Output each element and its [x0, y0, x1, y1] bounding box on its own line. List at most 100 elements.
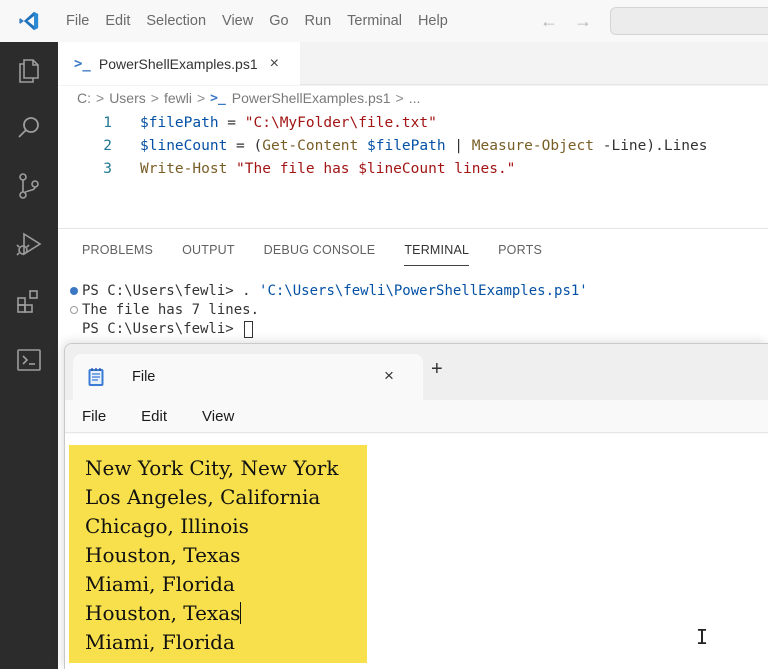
text-line-content: Houston, Texas — [85, 601, 241, 625]
source-control-icon[interactable] — [13, 170, 45, 202]
text-line: New York City, New York — [85, 456, 339, 480]
breadcrumb-file[interactable]: PowerShellExamples.ps1 — [232, 90, 391, 106]
code-token-op: | — [445, 137, 472, 154]
breadcrumb-fewli[interactable]: fewli — [164, 90, 192, 106]
text-line: Miami, Florida — [85, 630, 235, 654]
text-line: Houston, Texas — [85, 599, 242, 628]
tab-close-icon[interactable]: × — [270, 55, 279, 73]
code-token-var: $filePath — [140, 114, 219, 131]
code-line: 3 Write-Host "The file has $lineCount li… — [58, 157, 515, 180]
terminal-icon[interactable] — [13, 344, 45, 376]
navigation-arrows: ← → — [540, 0, 592, 42]
forward-arrow-icon[interactable]: → — [574, 11, 592, 32]
code-token-str: "The file has $lineCount lines." — [236, 160, 516, 177]
menu-view[interactable]: View — [214, 0, 261, 42]
run-debug-icon[interactable] — [13, 228, 45, 260]
terminal-prompt: PS C:\Users\fewli> . — [82, 283, 260, 299]
menu-go[interactable]: Go — [261, 0, 296, 42]
command-decoration-icon[interactable] — [66, 284, 82, 298]
explorer-icon[interactable] — [13, 54, 45, 86]
search-icon[interactable] — [13, 112, 45, 144]
new-tab-plus-icon[interactable]: + — [431, 358, 443, 381]
breadcrumb-separator: > — [196, 90, 206, 106]
powershell-file-icon: >_ — [210, 90, 226, 106]
menu-terminal[interactable]: Terminal — [339, 0, 410, 42]
line-number: 1 — [103, 114, 112, 131]
tab-output[interactable]: OUTPUT — [182, 243, 235, 266]
terminal-line[interactable]: PS C:\Users\fewli> — [66, 319, 254, 339]
notepad-tab-label: File — [132, 369, 156, 385]
text-caret — [240, 602, 242, 624]
text-line: Los Angeles, California — [85, 485, 321, 509]
notepad-menu-bar: File Edit View — [65, 400, 768, 433]
back-arrow-icon[interactable]: ← — [540, 11, 558, 32]
notepad-menu-edit[interactable]: Edit — [141, 408, 167, 425]
line-number: 2 — [103, 137, 112, 154]
code-token-cmd: Get-Content — [262, 137, 359, 154]
code-content: $lineCount = (Get-Content $filePath | Me… — [140, 138, 708, 154]
command-decoration-empty — [66, 322, 82, 336]
breadcrumb-drive[interactable]: C: — [77, 90, 91, 106]
code-token-cmd: Write-Host — [140, 160, 228, 177]
code-token-str: "C:\MyFolder\file.txt" — [244, 114, 437, 131]
breadcrumb-symbols[interactable]: ... — [409, 90, 421, 106]
editor-tabs-bar: >_ PowerShellExamples.ps1 × — [58, 42, 768, 85]
tab-label: PowerShellExamples.ps1 — [98, 55, 258, 72]
breadcrumb-users[interactable]: Users — [109, 90, 146, 106]
tab-powershell-examples[interactable]: >_ PowerShellExamples.ps1 × — [58, 42, 300, 85]
terminal-line: The file has 7 lines. — [66, 300, 259, 320]
code-token-op — [358, 138, 367, 154]
tab-problems[interactable]: PROBLEMS — [82, 243, 153, 266]
breadcrumb-separator: > — [150, 90, 159, 106]
code-token-var: $filePath — [367, 137, 446, 154]
code-token-op: = — [218, 114, 245, 131]
breadcrumb-separator: > — [395, 90, 404, 106]
code-line: 1 $filePath = "C:\MyFolder\file.txt" — [58, 111, 437, 134]
powershell-file-icon: >_ — [74, 55, 91, 72]
notepad-menu-file[interactable]: File — [82, 408, 106, 425]
code-token-var: $lineCount — [140, 137, 228, 154]
panel-tabs: PROBLEMS OUTPUT DEBUG CONSOLE TERMINAL P… — [82, 243, 571, 266]
notepad-icon — [88, 368, 104, 386]
breadcrumb-separator: > — [96, 90, 105, 106]
text-line: Houston, Texas — [85, 543, 241, 567]
command-decoration-icon[interactable] — [66, 303, 82, 317]
tab-debug-console[interactable]: DEBUG CONSOLE — [264, 243, 376, 266]
tab-ports[interactable]: PORTS — [498, 243, 542, 266]
text-line: Chicago, Illinois — [85, 514, 249, 538]
vscode-logo-icon — [0, 0, 58, 42]
code-content: $filePath = "C:\MyFolder\file.txt" — [140, 115, 437, 131]
menu-bar: File Edit Selection View Go Run Terminal… — [58, 0, 456, 42]
title-bar: File Edit Selection View Go Run Terminal… — [0, 0, 768, 42]
terminal-command-path: 'C:\Users\fewli\PowerShellExamples.ps1' — [259, 283, 588, 299]
notepad-menu-view[interactable]: View — [202, 408, 234, 425]
menu-file[interactable]: File — [58, 0, 97, 42]
breadcrumb: C: > Users > fewli > >_ PowerShellExampl… — [58, 86, 768, 110]
notepad-tab-file[interactable]: File × — [73, 354, 423, 400]
terminal-line: PS C:\Users\fewli> . 'C:\Users\fewli\Pow… — [66, 281, 588, 301]
activity-bar — [0, 42, 58, 669]
text-line: Miami, Florida — [85, 572, 235, 596]
notepad-text-area[interactable]: New York City, New York Los Angeles, Cal… — [65, 434, 768, 669]
notepad-window: File × + File Edit View New York City, N… — [64, 343, 768, 669]
close-icon[interactable]: × — [384, 354, 394, 398]
menu-run[interactable]: Run — [297, 0, 340, 42]
menu-selection[interactable]: Selection — [138, 0, 214, 42]
code-editor[interactable]: 1 $filePath = "C:\MyFolder\file.txt" 2 $… — [58, 110, 768, 228]
terminal-output: The file has 7 lines. — [82, 302, 260, 318]
code-token-param: -Line).Lines — [594, 137, 708, 154]
ibeam-cursor-icon: I — [696, 625, 709, 649]
command-center-search[interactable] — [610, 7, 768, 35]
terminal-prompt: PS C:\Users\fewli> — [82, 321, 243, 337]
code-line: 2 $lineCount = (Get-Content $filePath | … — [58, 134, 707, 157]
code-content: Write-Host "The file has $lineCount line… — [140, 161, 515, 177]
menu-help[interactable]: Help — [410, 0, 456, 42]
menu-edit[interactable]: Edit — [97, 0, 138, 42]
line-number: 3 — [103, 160, 112, 177]
notepad-title-bar: File × + — [65, 344, 768, 400]
tab-terminal[interactable]: TERMINAL — [404, 243, 470, 266]
code-token-op: = ( — [227, 137, 263, 154]
extensions-icon[interactable] — [13, 286, 45, 318]
code-token-op — [227, 161, 236, 177]
terminal-cursor — [244, 320, 254, 338]
